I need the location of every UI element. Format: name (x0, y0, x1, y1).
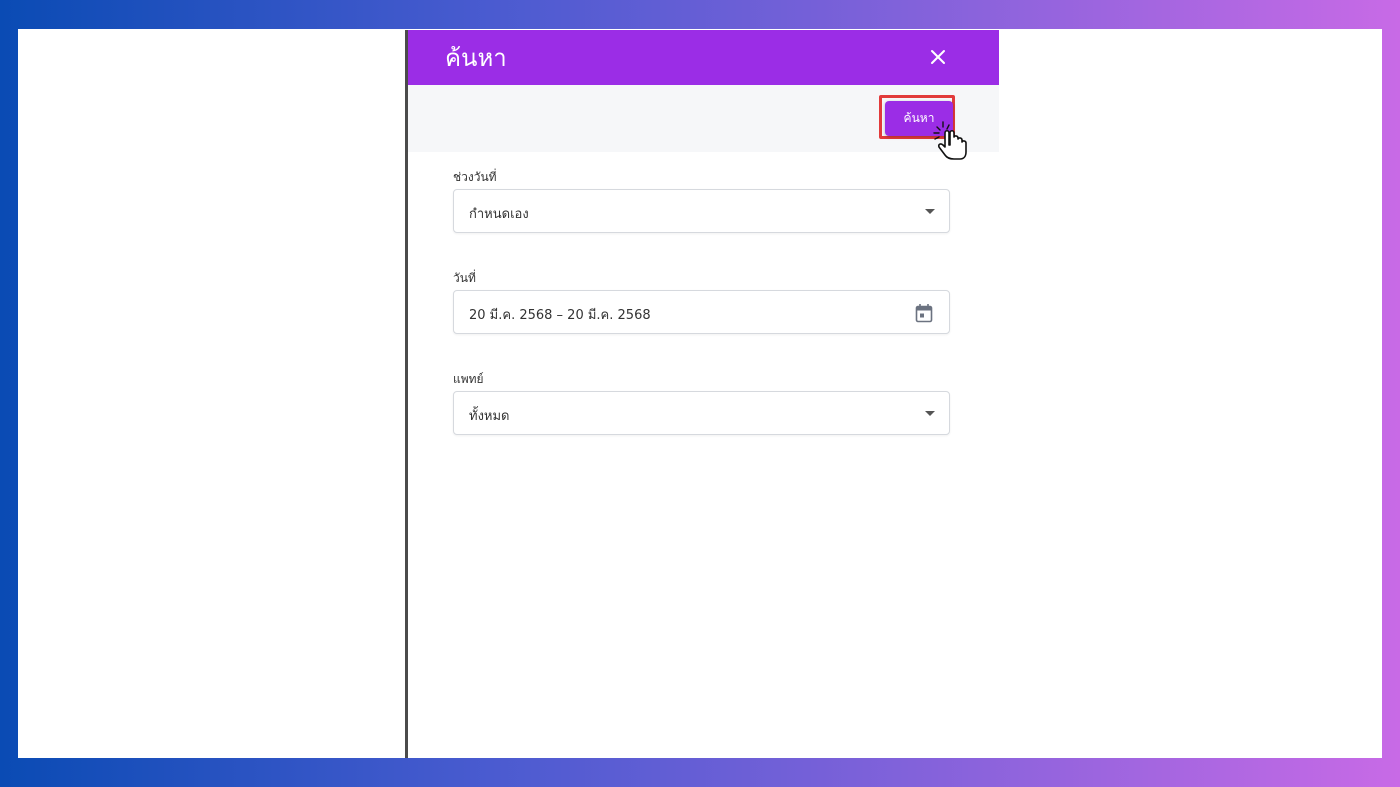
panel-header: ค้นหา (408, 30, 999, 85)
date-range-value: กำหนดเอง (469, 207, 529, 222)
doctor-label: แพทย์ (453, 372, 484, 386)
date-range-label: ช่วงวันที่ (453, 170, 497, 184)
date-range-select[interactable]: กำหนดเอง (453, 189, 950, 233)
date-label: วันที่ (453, 271, 476, 285)
close-icon[interactable] (925, 44, 951, 70)
panel-title: ค้นหา (445, 44, 507, 72)
date-value: 20 มี.ค. 2568 – 20 มี.ค. 2568 (469, 308, 651, 323)
dropdown-arrow-icon (925, 411, 935, 416)
search-panel: ค้นหา ค้นหา ช่วงวันที่ กำหนดเอง วันที่ 2… (405, 30, 999, 758)
hand-cursor-icon (931, 119, 975, 163)
doctor-select[interactable]: ทั้งหมด (453, 391, 950, 435)
doctor-value: ทั้งหมด (469, 409, 510, 424)
dropdown-arrow-icon (925, 209, 935, 214)
date-range-picker[interactable]: 20 มี.ค. 2568 – 20 มี.ค. 2568 (453, 290, 950, 334)
screen-canvas: ค้นหา ค้นหา ช่วงวันที่ กำหนดเอง วันที่ 2… (18, 29, 1382, 758)
panel-toolbar: ค้นหา (408, 85, 999, 160)
calendar-icon[interactable] (915, 303, 933, 323)
